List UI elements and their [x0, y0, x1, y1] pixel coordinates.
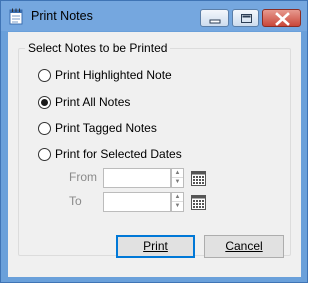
radio-button[interactable]	[38, 122, 51, 135]
from-label: From	[69, 170, 97, 184]
maximize-icon	[241, 14, 252, 23]
spin-down-icon[interactable]: ▼	[172, 178, 183, 187]
option-label: Print Tagged Notes	[55, 121, 157, 135]
spin-up-icon[interactable]: ▲	[172, 193, 183, 202]
option-label: Print Highlighted Note	[55, 68, 172, 82]
window-title: Print Notes	[31, 9, 93, 23]
to-date-spinner[interactable]: ▲ ▼	[171, 192, 184, 212]
radio-selected-dot	[41, 99, 48, 106]
minimize-button[interactable]	[200, 9, 229, 27]
print-notes-dialog: Print Notes Select Notes to be Printed P…	[0, 0, 308, 283]
radio-button[interactable]	[38, 69, 51, 82]
cancel-button-label: Cancel	[225, 239, 263, 253]
option-label: Print All Notes	[55, 95, 131, 109]
close-icon	[275, 12, 290, 26]
from-date-field[interactable]	[103, 168, 171, 188]
close-button[interactable]	[262, 9, 301, 27]
calendar-icon[interactable]	[191, 195, 206, 210]
notepad-icon	[9, 8, 23, 25]
print-button-label: Print	[143, 239, 168, 253]
title-bar[interactable]: Print Notes	[1, 1, 307, 31]
option-label: Print for Selected Dates	[55, 147, 182, 161]
radio-button[interactable]	[38, 96, 51, 109]
group-title: Select Notes to be Printed	[25, 41, 171, 55]
from-date-spinner[interactable]: ▲ ▼	[171, 168, 184, 188]
minimize-icon	[209, 19, 221, 24]
to-date-field[interactable]	[103, 192, 171, 212]
maximize-button[interactable]	[232, 9, 259, 27]
radio-button[interactable]	[38, 148, 51, 161]
cancel-button[interactable]: Cancel	[204, 235, 284, 258]
spin-down-icon[interactable]: ▼	[172, 202, 183, 211]
spin-up-icon[interactable]: ▲	[172, 169, 183, 178]
print-button[interactable]: Print	[116, 235, 195, 258]
calendar-icon[interactable]	[191, 171, 206, 186]
dialog-body: Select Notes to be Printed Print Highlig…	[8, 32, 301, 277]
to-label: To	[69, 194, 82, 208]
